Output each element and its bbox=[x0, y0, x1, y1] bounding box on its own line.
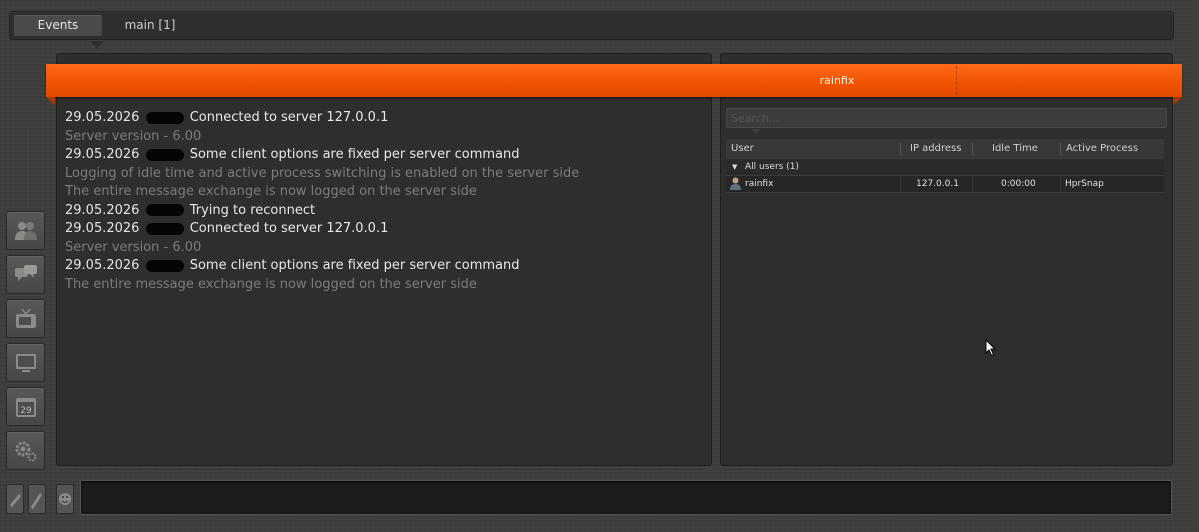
tab-main[interactable]: main [1] bbox=[114, 15, 186, 36]
collapse-arrow-icon[interactable]: ▼ bbox=[732, 160, 737, 175]
column-divider bbox=[900, 143, 901, 155]
event-date: 29.05.2026 bbox=[65, 221, 140, 236]
event-line: 29.05.2026 Connected to server 127.0.0.1 bbox=[65, 220, 705, 239]
calendar-icon: 29 bbox=[16, 398, 36, 417]
event-line: 29.05.2026 Trying to reconnect bbox=[65, 202, 705, 221]
event-detail: Logging of idle time and active process … bbox=[65, 165, 580, 181]
cell-divider bbox=[1060, 176, 1061, 192]
pen-button[interactable] bbox=[28, 484, 46, 514]
monitor-button[interactable] bbox=[6, 343, 45, 382]
settings-icon bbox=[15, 441, 37, 462]
event-message: Connected to server 127.0.0.1 bbox=[189, 221, 389, 236]
event-date: 29.05.2026 bbox=[65, 202, 140, 218]
redacted-block bbox=[145, 204, 184, 216]
cell-idle: 0:00:00 bbox=[1001, 179, 1036, 189]
column-divider bbox=[1060, 143, 1061, 155]
calendar-button[interactable]: 29 bbox=[6, 387, 45, 426]
event-message: Some client options are fixed per server… bbox=[189, 147, 520, 162]
redacted-block bbox=[145, 111, 184, 124]
event-date: 29.05.2026 bbox=[65, 147, 140, 162]
tab-events[interactable]: Events bbox=[14, 15, 102, 36]
events-log: 29.05.2026 Connected to server 127.0.0.1… bbox=[65, 109, 705, 294]
cell-divider bbox=[900, 176, 901, 192]
redacted-block bbox=[145, 259, 184, 272]
user-avatar-icon bbox=[730, 177, 741, 196]
message-input[interactable] bbox=[80, 480, 1172, 515]
user-search-input[interactable]: Search... bbox=[726, 108, 1167, 128]
column-ip[interactable]: IP address bbox=[910, 139, 961, 159]
event-detail: The entire message exchange is now logge… bbox=[65, 184, 477, 199]
event-detail: The entire message exchange is now logge… bbox=[65, 276, 477, 292]
edit-button[interactable] bbox=[6, 484, 24, 514]
event-message: Connected to server 127.0.0.1 bbox=[189, 110, 389, 125]
chat-icon bbox=[15, 265, 37, 281]
redacted-block bbox=[145, 148, 184, 161]
event-message: Some client options are fixed per server… bbox=[189, 258, 520, 273]
svg-text:29: 29 bbox=[20, 406, 32, 416]
event-date: 29.05.2026 bbox=[65, 258, 140, 273]
tv-button[interactable] bbox=[6, 299, 45, 338]
users-icon bbox=[15, 222, 37, 240]
banner-divider bbox=[956, 66, 957, 95]
mouse-cursor-icon bbox=[985, 338, 997, 361]
column-process[interactable]: Active Process bbox=[1066, 139, 1138, 159]
settings-button[interactable] bbox=[6, 431, 45, 470]
event-line: 29.05.2026 Some client options are fixed… bbox=[65, 257, 705, 276]
cell-user: rainfix bbox=[745, 179, 774, 189]
banner-title: rainfix bbox=[819, 74, 855, 87]
event-line: 29.05.2026 Connected to server 127.0.0.1 bbox=[65, 109, 705, 128]
smiley-icon bbox=[59, 493, 71, 505]
column-user[interactable]: User bbox=[731, 139, 754, 159]
group-label: All users (1) bbox=[745, 162, 799, 172]
column-idle[interactable]: Idle Time bbox=[992, 139, 1038, 159]
channel-banner bbox=[46, 64, 1182, 97]
tab-bar: Events main [1] bbox=[9, 11, 1174, 40]
cell-divider bbox=[972, 176, 973, 192]
user-group-row[interactable]: ▼ All users (1) bbox=[726, 160, 1164, 175]
chat-button[interactable] bbox=[6, 255, 45, 294]
redacted-block bbox=[145, 222, 184, 235]
search-pointer bbox=[751, 129, 761, 135]
cell-ip: 127.0.0.1 bbox=[916, 179, 959, 189]
event-message: Trying to reconnect bbox=[189, 202, 316, 218]
smiley-button[interactable] bbox=[56, 484, 74, 514]
active-tab-pointer bbox=[90, 41, 104, 49]
event-date: 29.05.2026 bbox=[65, 110, 140, 125]
banner-fold-left bbox=[46, 97, 55, 105]
users-table-header: User IP address Idle Time Active Process bbox=[726, 139, 1164, 159]
column-divider bbox=[972, 143, 973, 155]
pen-icon bbox=[31, 493, 42, 509]
edit-icon bbox=[10, 494, 21, 507]
users-button[interactable] bbox=[6, 211, 45, 250]
event-line: 29.05.2026 Some client options are fixed… bbox=[65, 146, 705, 165]
event-detail: Server version - 6.00 bbox=[65, 128, 202, 144]
banner-fold-right bbox=[1173, 97, 1182, 105]
monitor-icon bbox=[16, 354, 36, 372]
event-detail: Server version - 6.00 bbox=[65, 239, 202, 255]
tv-icon bbox=[16, 308, 36, 328]
cell-process: HprSnap bbox=[1065, 179, 1104, 189]
table-row[interactable]: rainfix 127.0.0.1 0:00:00 HprSnap bbox=[726, 175, 1164, 193]
